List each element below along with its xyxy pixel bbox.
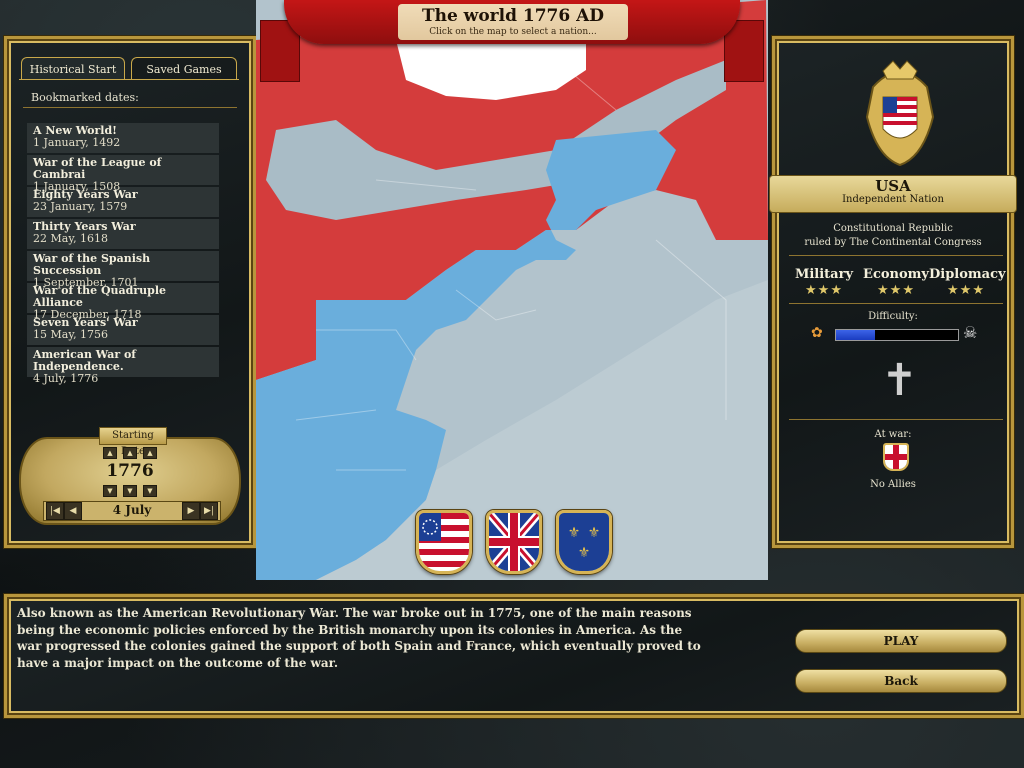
bookmark-name: War of the League of Cambrai [33,156,162,181]
difficulty-bar [835,329,959,341]
divider [789,255,1003,256]
list-item[interactable]: Seven Years' War 15 May, 1756 [27,315,219,345]
year-thousands-down-button[interactable]: ▼ [103,485,117,497]
starting-year: 1776 [106,461,154,481]
tab-saved-games[interactable]: Saved Games [131,57,237,80]
at-war-label: At war: [874,429,912,440]
cross-icon: ✝ [881,355,918,406]
year-tens-down-button[interactable]: ▼ [143,485,157,497]
start-selection-panel: Historical Start Saved Games Bookmarked … [4,36,256,548]
military-label: Military [794,267,854,282]
diplomacy-label: Diplomacy [929,267,1006,282]
year-tens-up-button[interactable]: ▲ [143,447,157,459]
diplomacy-stars: ★★★ [947,283,985,298]
svg-text:⚜: ⚜ [588,525,601,541]
month-forward-button[interactable]: ▶| [200,502,218,520]
usa-flag-icon[interactable] [416,510,472,574]
economy-stars: ★★★ [877,283,915,298]
bookmarked-dates-list: A New World! 1 January, 1492 War of the … [27,123,219,385]
great-britain-flag-icon[interactable] [486,510,542,574]
list-item[interactable]: War of the Quadruple Alliance 17 Decembe… [27,283,219,321]
list-item[interactable]: A New World! 1 January, 1492 [27,123,219,153]
divider [789,303,1003,304]
play-button[interactable]: PLAY [795,629,1007,653]
starting-date-title: Starting Date [99,427,167,457]
list-item[interactable]: War of the League of Cambrai 1 January, … [27,155,219,193]
nation-banner: USA Independent Nation [769,175,1017,213]
great-britain-war-icon[interactable] [883,443,909,471]
bookmark-date: 15 May, 1756 [33,328,109,341]
difficulty-label: Difficulty: [868,311,918,322]
day-selector: |◀ ◀ 4 July ▶ ▶| [43,501,221,521]
back-button[interactable]: Back [795,669,1007,693]
bookmark-date: 4 July, 1776 [33,372,99,385]
year-hundreds-down-button[interactable]: ▼ [123,485,137,497]
bookmark-name: American War of Independence. [33,348,137,373]
nation-name: USA [875,177,911,195]
bookmark-name: War of the Quadruple Alliance [33,284,167,309]
pacifier-icon: ✿ [811,325,823,341]
bookmark-date: 1 January, 1492 [33,136,121,149]
nation-info-panel: USA Independent Nation Constitutional Re… [769,36,1017,548]
map-canvas[interactable] [256,0,768,580]
description-panel: Also known as the American Revolutionary… [4,594,1024,718]
map-title: The world 1776 AD [421,6,605,26]
tab-historical-start[interactable]: Historical Start [21,57,125,80]
year-thousands-up-button[interactable]: ▲ [103,447,117,459]
usa-crest-icon [853,57,947,167]
map-title-banner: The world 1776 AD Click on the map to se… [284,0,740,44]
bookmarked-dates-label: Bookmarked dates: [31,91,139,104]
list-item[interactable]: Eighty Years War 23 January, 1579 [27,187,219,217]
bookmark-name: War of the Spanish Succession [33,252,151,277]
svg-text:⚜: ⚜ [568,525,581,541]
divider [23,107,237,108]
map-subtitle: Click on the map to select a nation... [429,27,597,37]
government-type: Constitutional Republic [833,223,953,234]
map-title-box: The world 1776 AD Click on the map to se… [398,4,628,40]
difficulty-fill [836,330,876,340]
list-item[interactable]: War of the Spanish Succession 1 Septembe… [27,251,219,289]
ruler-text: ruled by The Continental Congress [804,237,982,248]
scenario-description: Also known as the American Revolutionary… [17,606,701,670]
list-item[interactable]: Thirty Years War 22 May, 1618 [27,219,219,249]
allies-label: No Allies [870,479,916,490]
svg-text:⚜: ⚜ [578,545,591,561]
bookmark-date: 22 May, 1618 [33,232,109,245]
skull-icon: ☠ [963,323,978,342]
year-hundreds-up-button[interactable]: ▲ [123,447,137,459]
economy-label: Economy [863,267,929,282]
bookmark-date: 23 January, 1579 [33,200,128,213]
starting-date-plaque: Starting Date ▲ ▲ ▲ 1776 ▼ ▼ ▼ |◀ ◀ 4 Ju… [19,427,241,525]
day-forward-button[interactable]: ▶ [182,502,200,520]
nation-type: Independent Nation [842,194,944,205]
list-item[interactable]: American War of Independence. 4 July, 17… [27,347,219,385]
world-map[interactable]: The world 1776 AD Click on the map to se… [256,0,768,580]
military-stars: ★★★ [805,283,843,298]
tab-divider [19,79,239,80]
france-flag-icon[interactable]: ⚜ ⚜ ⚜ [556,510,612,574]
divider [789,419,1003,420]
